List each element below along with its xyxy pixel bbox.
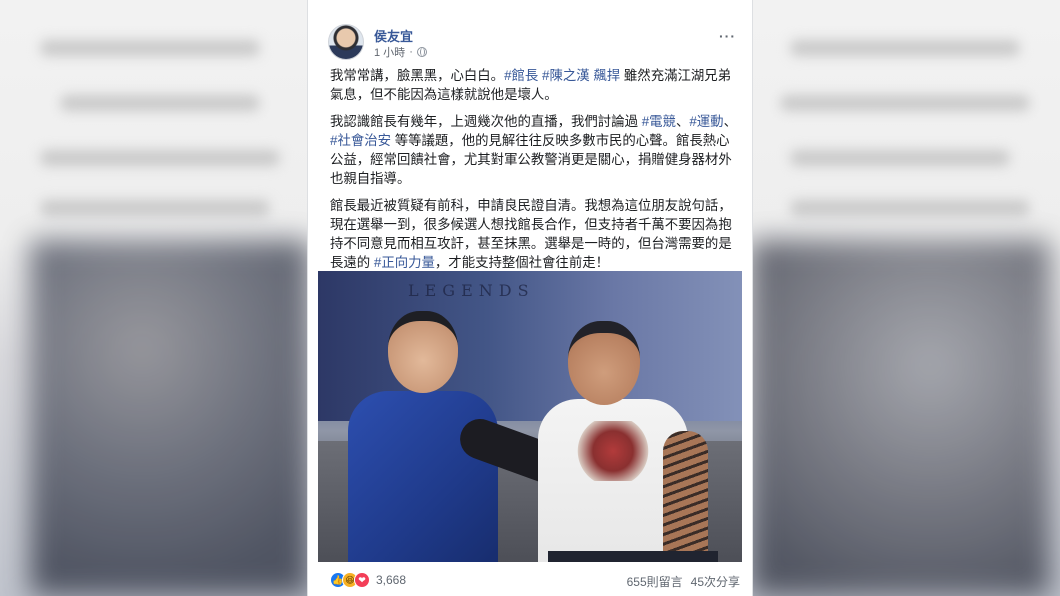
hashtag-link[interactable]: #運動: [689, 114, 723, 129]
hashtag-link[interactable]: 飆捍: [593, 68, 620, 83]
post-text-segment: 、: [675, 114, 690, 129]
globe-icon: [416, 47, 427, 57]
reaction-count: 3,668: [376, 573, 407, 587]
hashtag-link[interactable]: #電競: [642, 114, 676, 129]
post-meta: 1 小時 ·: [374, 44, 427, 60]
hashtag-link[interactable]: #社會治安: [330, 133, 391, 148]
post-text-segment: 我常常講，臉黑黑，心白白。: [330, 68, 505, 83]
love-reaction-icon: ❤: [354, 572, 370, 588]
post-header: 侯友宜 1 小時 · ···: [320, 14, 740, 62]
reactions-summary[interactable]: 👍 😆 ❤ 3,668: [330, 572, 406, 588]
share-count[interactable]: 45次分享: [691, 573, 740, 590]
author-name[interactable]: 侯友宜: [374, 26, 413, 45]
post-paragraph: 我常常講，臉黑黑，心白白。#館長 #陳之漢 飆捍 雖然充滿江湖兄弟氣息，但不能因…: [330, 66, 740, 104]
author-avatar[interactable]: [328, 24, 364, 60]
comment-count[interactable]: 655則留言: [627, 573, 683, 590]
post-body: 我常常講，臉黑黑，心白白。#館長 #陳之漢 飆捍 雖然充滿江湖兄弟氣息，但不能因…: [330, 66, 740, 280]
person-right-figure: [528, 311, 738, 562]
facebook-post: 侯友宜 1 小時 · ··· 我常常講，臉黑黑，心白白。#館長 #陳之漢 飆捍 …: [308, 0, 752, 596]
post-stats: 655則留言 45次分享: [627, 573, 740, 590]
hashtag-link[interactable]: #陳之漢: [542, 68, 590, 83]
post-time[interactable]: 1 小時: [374, 44, 405, 60]
post-text-segment: ，才能支持整個社會往前走！: [434, 255, 609, 270]
hashtag-link[interactable]: #正向力量: [374, 255, 435, 270]
post-paragraph: 館長最近被質疑有前科，申請良民證自清。我想為這位朋友說句話，現在選舉一到，很多候…: [330, 196, 740, 272]
post-footer: 👍 😆 ❤ 3,668 655則留言 45次分享: [330, 570, 740, 590]
post-text-segment: 等等議題，他的見解往往反映多數市民的心聲。館長熱心公益，經常回饋社會，尤其對軍公…: [330, 133, 732, 186]
post-paragraph: 我認識館長有幾年，上週幾次他的直播，我們討論過 #電競、#運動、#社會治安 等等…: [330, 112, 740, 188]
post-text-segment: 我認識館長有幾年，上週幾次他的直播，我們討論過: [330, 114, 642, 129]
post-photo[interactable]: LEGENDS: [318, 271, 742, 562]
more-options-button[interactable]: ···: [719, 28, 736, 44]
hashtag-link[interactable]: #館長: [504, 68, 538, 83]
person-left-figure: [338, 311, 572, 562]
post-text-segment: 、: [723, 114, 737, 129]
photo-wall-text: LEGENDS: [408, 281, 535, 300]
